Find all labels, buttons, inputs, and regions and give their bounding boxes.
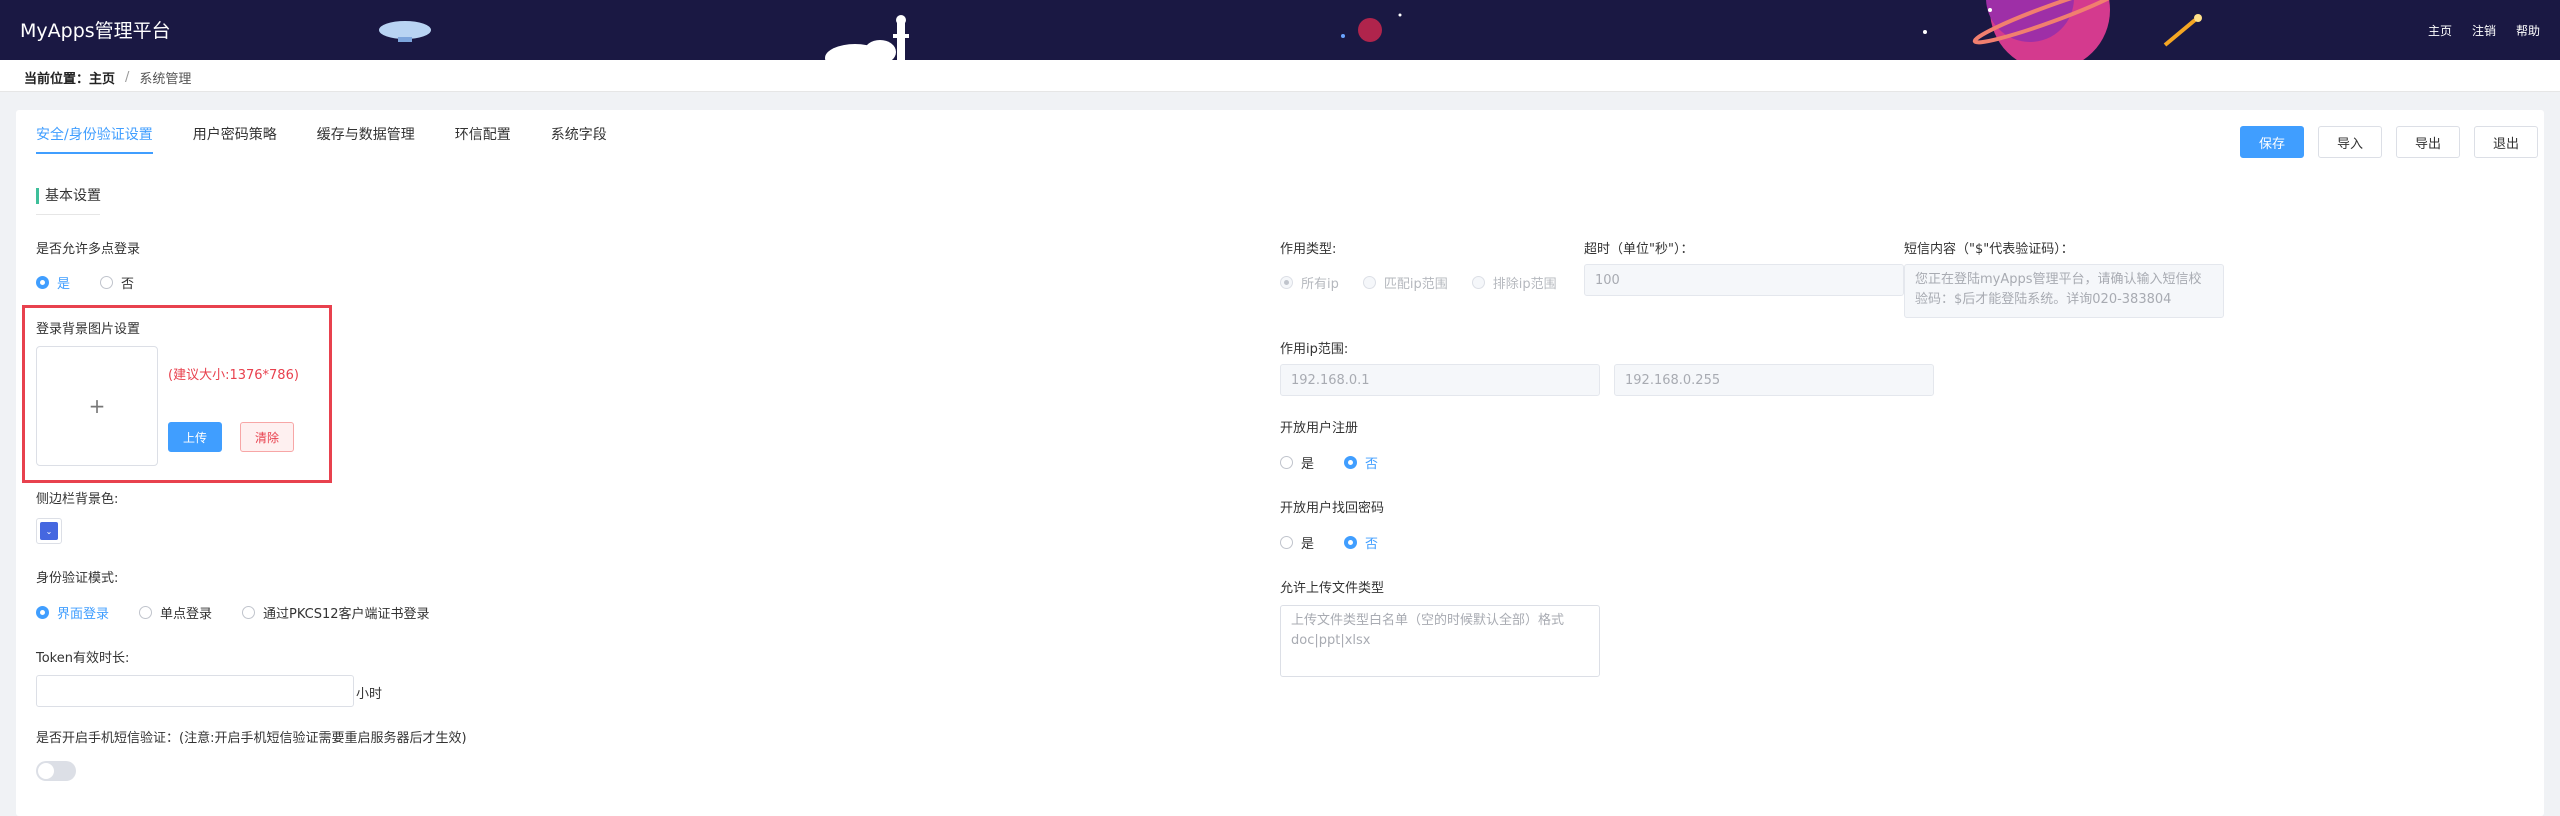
open-recover-label: 开放用户找回密码 <box>1280 501 1385 516</box>
token-unit: 小时 <box>356 687 383 702</box>
breadcrumb-separator: / <box>125 70 130 85</box>
sms-content-textarea[interactable]: 您正在登陆myApps管理平台，请确认输入短信校验码：$后才能登陆系统。详询02… <box>1904 264 2224 318</box>
open-recover-no-radio[interactable]: 否 <box>1344 533 1378 552</box>
auth-mode-label: 身份验证模式: <box>36 571 119 586</box>
section-title: 基本设置 <box>36 188 101 204</box>
open-recover-yes-radio[interactable]: 是 <box>1280 533 1314 552</box>
nav-help-link[interactable]: 帮助 <box>2516 22 2540 39</box>
token-label: Token有效时长: <box>36 651 130 666</box>
sms-content-label: 短信内容（"$"代表验证码）： <box>1904 242 2074 257</box>
token-duration-input[interactable] <box>36 675 354 707</box>
scope-type-label: 作用类型: <box>1280 242 1337 257</box>
open-recover-radio-group: 是 否 <box>1280 533 1408 552</box>
header-nav: 主页 注销 帮助 <box>2428 22 2540 39</box>
open-register-label: 开放用户注册 <box>1280 421 1359 436</box>
brand-title: MyApps管理平台 <box>20 20 171 42</box>
tab-cache-data[interactable]: 缓存与数据管理 <box>317 124 415 154</box>
plus-icon: + <box>88 394 106 418</box>
sms-verify-toggle[interactable] <box>36 761 76 781</box>
tab-easemob-config[interactable]: 环信配置 <box>455 124 511 154</box>
export-button[interactable]: 导出 <box>2395 126 2460 158</box>
clear-button[interactable]: 清除 <box>240 422 295 452</box>
header-decoration <box>379 0 2202 60</box>
settings-tabs: 安全/身份验证设置 用户密码策略 缓存与数据管理 环信配置 系统字段 <box>36 124 607 154</box>
open-register-radio-group: 是 否 <box>1280 453 1408 472</box>
breadcrumb-current: 系统管理 <box>139 72 192 87</box>
auth-mode-ui-radio[interactable]: 界面登录 <box>36 603 109 622</box>
multi-login-yes-radio[interactable]: 是 <box>36 273 70 292</box>
upload-types-label: 允许上传文件类型 <box>1280 581 1385 596</box>
image-size-hint: (建议大小:1376*786) <box>168 368 299 383</box>
tab-password-policy[interactable]: 用户密码策略 <box>193 124 277 154</box>
scope-exclude-range-radio[interactable]: 排除ip范围 <box>1471 273 1557 292</box>
scope-all-ip-radio[interactable]: 所有ip <box>1280 273 1339 292</box>
nav-logout-link[interactable]: 注销 <box>2472 22 2496 39</box>
ip-range-end-input[interactable] <box>1614 364 1934 396</box>
multi-login-radio-group: 是 否 <box>36 273 164 292</box>
chevron-down-icon: ⌄ <box>45 526 53 536</box>
image-upload-area[interactable]: + <box>36 346 158 466</box>
timeout-label: 超时（单位"秒"）： <box>1584 242 1694 257</box>
scope-type-radio-group: 所有ip 匹配ip范围 排除ip范围 <box>1280 273 1557 292</box>
auth-mode-sso-radio[interactable]: 单点登录 <box>139 603 212 622</box>
auth-mode-pkcs12-radio[interactable]: 通过PKCS12客户端证书登录 <box>242 603 430 622</box>
tab-system-fields[interactable]: 系统字段 <box>551 124 607 154</box>
multi-login-label: 是否允许多点登录 <box>36 242 141 257</box>
bg-image-label: 登录背景图片设置 <box>36 322 141 337</box>
breadcrumb-prefix: 当前位置： <box>24 72 90 87</box>
sidebar-color-picker[interactable]: ⌄ <box>36 518 62 544</box>
open-register-yes-radio[interactable]: 是 <box>1280 453 1314 472</box>
scope-match-range-radio[interactable]: 匹配ip范围 <box>1362 273 1448 292</box>
auth-mode-radio-group: 界面登录 单点登录 通过PKCS12客户端证书登录 <box>36 603 460 622</box>
breadcrumb: 当前位置： 主页 / 系统管理 <box>0 60 2560 92</box>
save-button[interactable]: 保存 <box>2239 126 2304 158</box>
import-button[interactable]: 导入 <box>2317 126 2382 158</box>
tab-security-auth[interactable]: 安全/身份验证设置 <box>36 124 153 154</box>
ip-range-label: 作用ip范围: <box>1280 342 1349 357</box>
exit-button[interactable]: 退出 <box>2473 126 2538 158</box>
upload-types-textarea[interactable] <box>1280 605 1600 677</box>
section-underline <box>36 214 100 215</box>
sidebar-color-label: 侧边栏背景色: <box>36 492 119 507</box>
sms-verify-label: 是否开启手机短信验证：(注意:开启手机短信验证需要重启服务器后才生效) <box>36 731 467 746</box>
toolbar: 保存 导入 导出 退出 <box>2239 126 2538 158</box>
open-register-no-radio[interactable]: 否 <box>1344 453 1378 472</box>
timeout-input[interactable] <box>1584 264 1904 296</box>
upload-button[interactable]: 上传 <box>168 422 223 452</box>
nav-home-link[interactable]: 主页 <box>2428 22 2452 39</box>
multi-login-no-radio[interactable]: 否 <box>100 273 134 292</box>
top-header: MyApps管理平台 主页 注销 帮助 <box>0 0 2560 60</box>
ip-range-start-input[interactable] <box>1280 364 1600 396</box>
breadcrumb-home[interactable]: 主页 <box>89 68 115 87</box>
